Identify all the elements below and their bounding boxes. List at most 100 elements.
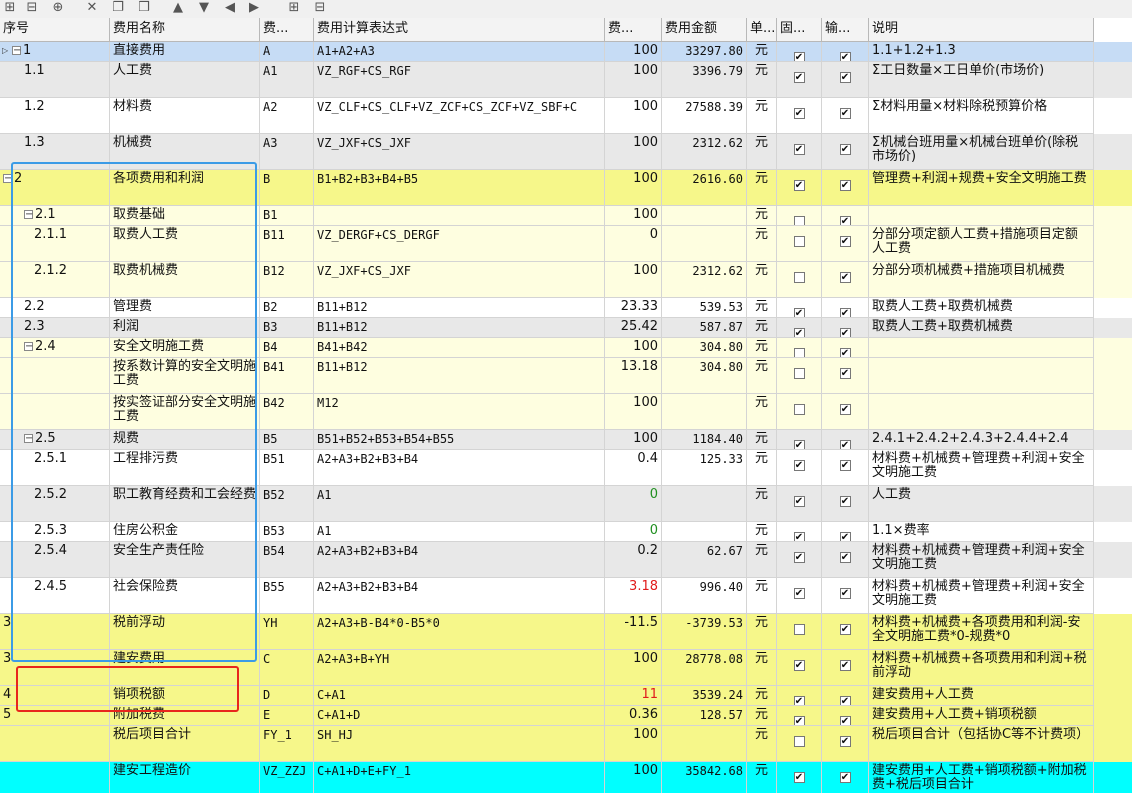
fixed-checkbox[interactable]: ✔ <box>793 588 805 599</box>
unit-cell: 元 <box>747 318 777 338</box>
fixed-checkbox[interactable] <box>793 272 805 283</box>
insert-row-icon[interactable]: ⊞ <box>0 0 20 16</box>
amount-cell <box>662 486 747 522</box>
grid-header: 序号 费用名称 费... 费用计算表达式 费... 费用金额 单... 固... 输... 说明 <box>0 18 1132 42</box>
fixed-checkbox[interactable]: ✔ <box>793 144 805 155</box>
output-checkbox[interactable]: ✔ <box>839 736 851 747</box>
output-checkbox[interactable]: ✔ <box>839 144 851 155</box>
output-checkbox[interactable]: ✔ <box>839 404 851 415</box>
column-header-amount[interactable]: 费用金额 <box>662 18 747 42</box>
insert-child-icon[interactable]: ⊟ <box>22 0 42 16</box>
unit-cell: 元 <box>747 358 777 394</box>
fixed-checkbox[interactable] <box>793 624 805 635</box>
current-row-indicator-icon: ▷ <box>2 46 9 55</box>
fixed-checkbox[interactable] <box>793 348 805 357</box>
fixed-checkbox-cell: ✔ <box>777 430 822 450</box>
output-checkbox[interactable]: ✔ <box>839 496 851 507</box>
fixed-checkbox[interactable]: ✔ <box>793 716 805 725</box>
output-checkbox[interactable]: ✔ <box>839 348 851 357</box>
fixed-checkbox[interactable]: ✔ <box>793 72 805 83</box>
move-down-icon[interactable]: ▼ <box>194 0 214 16</box>
fixed-checkbox[interactable]: ✔ <box>793 440 805 449</box>
column-header-code[interactable]: 费... <box>260 18 314 42</box>
rate-cell: 13.18 <box>605 358 662 394</box>
output-checkbox[interactable]: ✔ <box>839 660 851 671</box>
output-checkbox[interactable]: ✔ <box>839 108 851 119</box>
output-checkbox[interactable]: ✔ <box>839 440 851 449</box>
unit-cell: 元 <box>747 206 777 226</box>
move-up-icon[interactable]: ▲ <box>168 0 188 16</box>
table-row[interactable]: 1.1 人工费 A1 VZ_RGF+CS_RGF 100 3396.79 元 ✔ ✔ Σ工日数量×… <box>0 62 1132 98</box>
seq-value: 1 <box>23 43 32 58</box>
output-checkbox[interactable]: ✔ <box>839 180 851 191</box>
expr-cell: B11+B12 <box>314 298 605 318</box>
seq-value: 1.1 <box>24 63 45 78</box>
output-checkbox[interactable]: ✔ <box>839 272 851 283</box>
rate-cell: 100 <box>605 394 662 430</box>
column-header-seq[interactable]: 序号 <box>0 18 110 42</box>
fixed-checkbox[interactable]: ✔ <box>793 52 805 61</box>
fixed-checkbox[interactable] <box>793 736 805 747</box>
collapse-toggle-icon[interactable]: − <box>12 46 21 56</box>
paste-icon[interactable]: ❒ <box>134 0 154 16</box>
output-checkbox[interactable]: ✔ <box>839 368 851 379</box>
output-checkbox-cell: ✔ <box>822 394 869 430</box>
fixed-checkbox[interactable] <box>793 368 805 379</box>
fixed-checkbox[interactable]: ✔ <box>793 328 805 337</box>
code-cell: B51 <box>260 450 314 486</box>
output-checkbox[interactable]: ✔ <box>839 328 851 337</box>
column-header-desc[interactable]: 说明 <box>869 18 1094 42</box>
output-checkbox[interactable]: ✔ <box>839 716 851 725</box>
table-row[interactable]: 税后项目合计 FY_1 SH_HJ 100 元 ✔ 税后项目合计（包括协C等不计费项） <box>0 726 1132 762</box>
copy-icon[interactable]: ❐ <box>108 0 128 16</box>
output-checkbox-cell: ✔ <box>822 226 869 262</box>
fixed-checkbox[interactable]: ✔ <box>793 108 805 119</box>
fixed-checkbox[interactable]: ✔ <box>793 308 805 317</box>
fixed-checkbox[interactable] <box>793 404 805 415</box>
fixed-checkbox[interactable]: ✔ <box>793 496 805 507</box>
fixed-checkbox[interactable]: ✔ <box>793 696 805 705</box>
output-checkbox[interactable]: ✔ <box>839 696 851 705</box>
column-header-rate[interactable]: 费... <box>605 18 662 42</box>
collapse-icon[interactable]: ⊟ <box>310 0 330 16</box>
unit-cell: 元 <box>747 686 777 706</box>
output-checkbox[interactable]: ✔ <box>839 624 851 635</box>
output-checkbox[interactable]: ✔ <box>839 236 851 247</box>
output-checkbox[interactable]: ✔ <box>839 460 851 471</box>
fixed-checkbox[interactable] <box>793 216 805 225</box>
arrow-right-icon[interactable]: ▶ <box>244 0 264 16</box>
column-header-name[interactable]: 费用名称 <box>110 18 260 42</box>
output-checkbox[interactable]: ✔ <box>839 72 851 83</box>
fixed-checkbox[interactable]: ✔ <box>793 772 805 783</box>
column-header-unit[interactable]: 单... <box>747 18 777 42</box>
expr-cell: SH_HJ <box>314 726 605 762</box>
fixed-checkbox[interactable]: ✔ <box>793 180 805 191</box>
fixed-checkbox[interactable] <box>793 236 805 247</box>
output-checkbox[interactable]: ✔ <box>839 52 851 61</box>
fixed-checkbox[interactable]: ✔ <box>793 552 805 563</box>
expand-icon[interactable]: ⊞ <box>284 0 304 16</box>
arrow-left-icon[interactable]: ◀ <box>220 0 240 16</box>
column-header-output[interactable]: 输... <box>822 18 869 42</box>
expr-cell: A2+A3+B-B4*0-B5*0 <box>314 614 605 650</box>
table-row[interactable]: 建安工程造价 VZ_ZZJ C+A1+D+E+FY_1 100 35842.68 元 ✔ ✔ 建… <box>0 762 1132 793</box>
output-checkbox[interactable]: ✔ <box>839 308 851 317</box>
delete-icon[interactable]: ✕ <box>82 0 102 16</box>
output-checkbox[interactable]: ✔ <box>839 552 851 563</box>
output-checkbox[interactable]: ✔ <box>839 532 851 541</box>
output-checkbox[interactable]: ✔ <box>839 216 851 225</box>
column-header-fixed[interactable]: 固... <box>777 18 822 42</box>
desc-cell <box>869 206 1094 226</box>
table-row[interactable]: 1.2 材料费 A2 VZ_CLF+CS_CLF+VZ_ZCF+CS_ZCF+VZ_S… <box>0 98 1132 134</box>
table-row[interactable]: ▷ −1 直接费用 A A1+A2+A3 100 33297.80 元 ✔ ✔ 1.1+1.2+1.… <box>0 42 1132 62</box>
fixed-checkbox[interactable]: ✔ <box>793 532 805 541</box>
expr-cell: A2+A3+B2+B3+B4 <box>314 542 605 578</box>
fixed-checkbox[interactable]: ✔ <box>793 460 805 471</box>
output-checkbox[interactable]: ✔ <box>839 772 851 783</box>
expr-cell: A1 <box>314 486 605 522</box>
output-checkbox[interactable]: ✔ <box>839 588 851 599</box>
column-header-expr[interactable]: 费用计算表达式 <box>314 18 605 42</box>
code-cell: B3 <box>260 318 314 338</box>
add-row-icon[interactable]: ⊕ <box>48 0 68 16</box>
fixed-checkbox[interactable]: ✔ <box>793 660 805 671</box>
